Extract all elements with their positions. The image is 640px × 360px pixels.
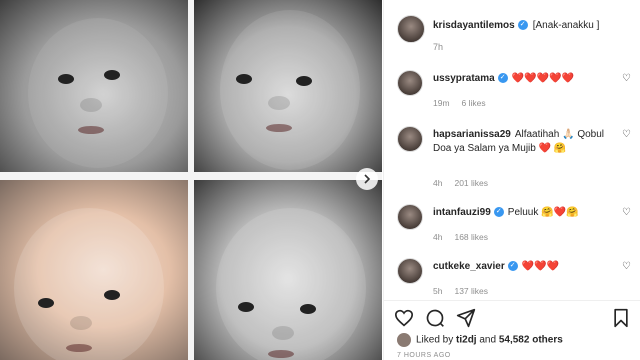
verified-badge-icon: ✓ <box>497 73 508 84</box>
comment-body: hapsarianissa29 Alfaatihah 🙏🏻 Qobul Doa y… <box>433 128 623 156</box>
verified-badge-icon: ✓ <box>517 20 528 31</box>
verified-badge-icon: ✓ <box>507 261 518 272</box>
caption-time: 7h <box>433 42 444 52</box>
baby-photo-1 <box>0 0 188 172</box>
comment-meta: 4h 201 likes <box>433 178 500 188</box>
comment-meta: 4h 168 likes <box>433 232 500 242</box>
heart-icon[interactable]: ♡ <box>622 73 631 84</box>
bookmark-icon[interactable] <box>610 307 632 329</box>
post-sidebar: krisdayantilemos ✓ [Anak-anakku ] 7h ussyp… <box>383 0 640 360</box>
avatar[interactable] <box>397 126 423 152</box>
likes-summary[interactable]: Liked by ti2dj and 54,582 others <box>397 333 563 347</box>
comment-username[interactable]: hapsarianissa29 <box>433 129 511 140</box>
avatar[interactable] <box>397 70 423 96</box>
share-icon[interactable] <box>455 307 477 329</box>
avatar[interactable] <box>397 258 423 284</box>
post-caption: krisdayantilemos ✓ [Anak-anakku ] 7h <box>384 0 640 62</box>
comment-body: cutkeke_xavier ✓ ❤️❤️❤️ <box>433 260 623 274</box>
liked-user[interactable]: ti2dj <box>456 335 477 346</box>
heart-icon[interactable]: ♡ <box>622 129 631 140</box>
heart-icon[interactable]: ♡ <box>622 261 631 272</box>
comment-likes[interactable]: 168 likes <box>454 232 488 242</box>
avatar[interactable] <box>397 204 423 230</box>
liked-connector: and <box>479 334 497 346</box>
avatar[interactable] <box>397 15 425 43</box>
avatar <box>397 333 411 347</box>
verified-badge-icon: ✓ <box>493 207 504 218</box>
caption-line: krisdayantilemos ✓ [Anak-anakku ] <box>433 20 599 31</box>
liked-prefix: Liked by <box>416 334 454 346</box>
chevron-right-icon[interactable] <box>356 168 378 190</box>
comment-meta: 5h 137 likes <box>433 286 500 296</box>
comment-time: 4h <box>433 232 443 242</box>
baby-photo-4 <box>194 180 382 360</box>
comment-likes[interactable]: 137 likes <box>454 286 488 296</box>
comment-time: 19m <box>433 98 450 108</box>
comment-username[interactable]: intanfauzi99 <box>433 207 491 218</box>
comment-time: 4h <box>433 178 443 188</box>
author-username[interactable]: krisdayantilemos <box>433 20 515 31</box>
comment-text: Peluuk 🤗❤️🤗 <box>507 207 579 218</box>
comment-time: 5h <box>433 286 443 296</box>
post-timestamp: 7 HOURS AGO <box>397 352 451 359</box>
comment-meta: 19m 6 likes <box>433 98 498 108</box>
comment-icon[interactable] <box>424 307 446 329</box>
comment-text: ❤️❤️❤️ <box>521 261 560 272</box>
comment-likes[interactable]: 6 likes <box>462 98 486 108</box>
liked-count[interactable]: 54,582 others <box>499 335 563 346</box>
comment-text: ❤️❤️❤️❤️❤️ <box>511 73 574 84</box>
baby-photo-3 <box>0 180 188 360</box>
heart-icon[interactable]: ♡ <box>622 207 631 218</box>
action-bar <box>384 300 640 330</box>
caption-text: [Anak-anakku ] <box>532 20 600 31</box>
post-photo[interactable] <box>0 0 382 360</box>
comment-username[interactable]: cutkeke_xavier <box>433 261 505 272</box>
comment-username[interactable]: ussypratama <box>433 73 495 84</box>
baby-photo-2 <box>194 0 382 172</box>
heart-icon[interactable] <box>393 307 415 329</box>
photo-collage <box>0 0 382 360</box>
comment-body: intanfauzi99 ✓ Peluuk 🤗❤️🤗 <box>433 206 623 220</box>
comment-body: ussypratama ✓ ❤️❤️❤️❤️❤️ <box>433 72 623 86</box>
comment-likes[interactable]: 201 likes <box>454 178 488 188</box>
